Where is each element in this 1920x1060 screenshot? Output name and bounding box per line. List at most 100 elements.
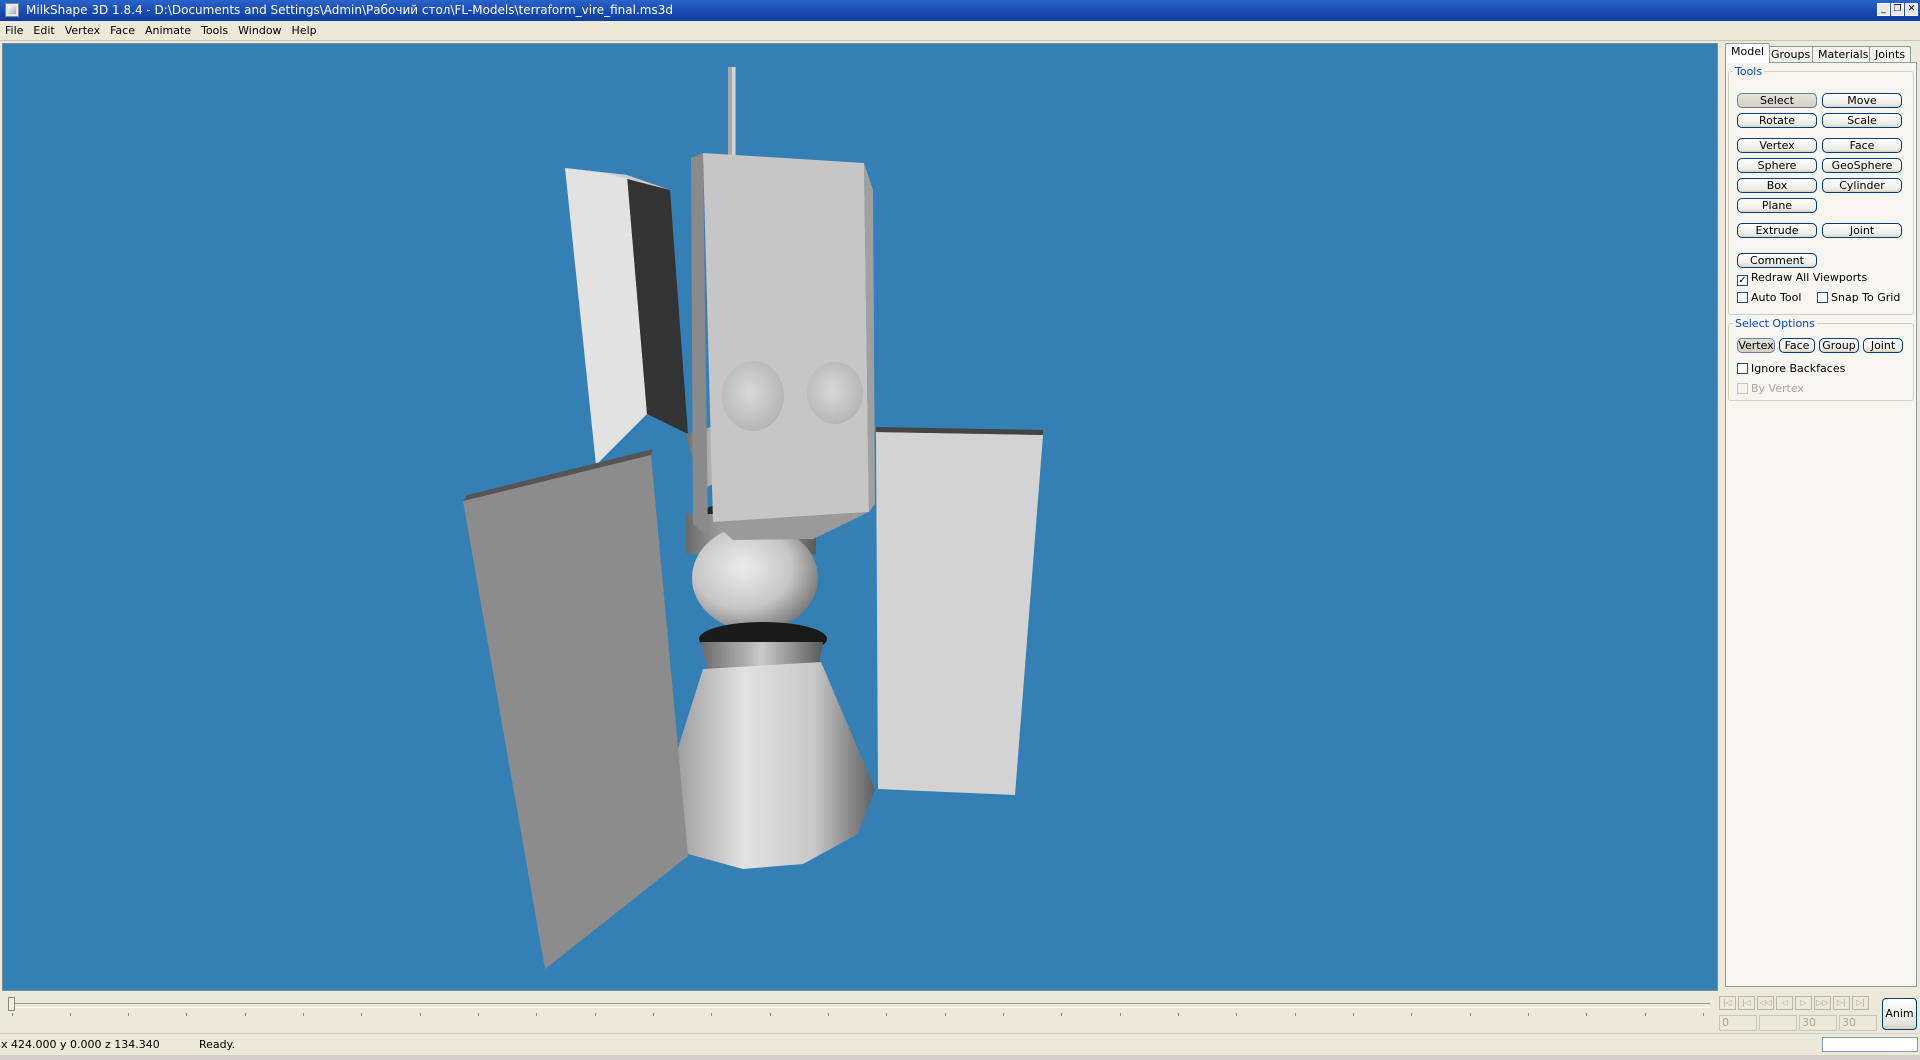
face-button[interactable]: Face — [1822, 138, 1902, 153]
by-vertex-label: By Vertex — [1751, 382, 1804, 395]
first-frame-icon[interactable]: |◁ — [1719, 996, 1736, 1010]
timeline-tick — [945, 1013, 946, 1016]
timeline[interactable] — [0, 993, 1720, 1027]
next-key-icon[interactable]: ▷| — [1833, 996, 1850, 1010]
timeline-tick — [1295, 1013, 1296, 1016]
select-vertex-button[interactable]: Vertex — [1737, 338, 1775, 353]
tool-panel: Model Groups Materials Joints Tools Sele… — [1721, 41, 1920, 991]
select-face-button[interactable]: Face — [1779, 338, 1815, 353]
timeline-tick — [1353, 1013, 1354, 1016]
select-button[interactable]: Select — [1737, 93, 1817, 108]
redraw-all-viewports-checkbox[interactable]: ✓ Redraw All Viewports — [1737, 271, 1868, 286]
current-frame-field[interactable] — [1759, 1015, 1797, 1031]
tab-model[interactable]: Model — [1725, 43, 1771, 63]
auto-tool-checkbox[interactable]: Auto Tool — [1737, 291, 1801, 305]
status-input-field[interactable] — [1822, 1037, 1918, 1052]
timeline-tick — [1645, 1013, 1646, 1016]
total-frames-field[interactable]: 30 — [1839, 1015, 1877, 1031]
3d-viewport[interactable] — [2, 43, 1718, 991]
front-right-panel — [876, 432, 1043, 795]
timeline-tick — [653, 1013, 654, 1016]
sphere — [692, 525, 818, 631]
ignore-backfaces-checkbox[interactable]: Ignore Backfaces — [1737, 362, 1845, 376]
back-left-panel — [565, 168, 688, 465]
timeline-tick — [1470, 1013, 1471, 1016]
timeline-tick — [361, 1013, 362, 1016]
checkbox-icon — [1737, 383, 1748, 394]
checkbox-icon — [1817, 292, 1828, 303]
tab-joints[interactable]: Joints — [1869, 46, 1912, 63]
vertex-button[interactable]: Vertex — [1737, 138, 1817, 153]
anim-button[interactable]: Anim — [1882, 998, 1917, 1030]
snap-to-grid-checkbox[interactable]: Snap To Grid — [1817, 291, 1900, 305]
head-box — [691, 153, 875, 540]
cylinder-button[interactable]: Cylinder — [1822, 178, 1902, 193]
menu-file[interactable]: File — [0, 21, 28, 40]
menu-animate[interactable]: Animate — [140, 21, 196, 40]
timeline-tick — [1236, 1013, 1237, 1016]
menu-edit[interactable]: Edit — [28, 21, 59, 40]
by-vertex-checkbox: By Vertex — [1737, 382, 1804, 396]
close-button[interactable]: ✕ — [1905, 3, 1918, 16]
sphere-button[interactable]: Sphere — [1737, 158, 1817, 173]
timeline-tick — [1528, 1013, 1529, 1016]
last-frame-icon[interactable]: ▷| — [1852, 996, 1869, 1010]
rewind-icon[interactable]: ◁◁ — [1757, 996, 1774, 1010]
panel-tabs: Model Groups Materials Joints — [1725, 43, 1917, 63]
timeline-tick — [245, 1013, 246, 1016]
menu-bar: File Edit Vertex Face Animate Tools Window Help — [0, 21, 1920, 41]
timeline-tick — [1120, 1013, 1121, 1016]
end-frame-field[interactable]: 30 — [1799, 1015, 1837, 1031]
menu-face[interactable]: Face — [105, 21, 140, 40]
menu-window[interactable]: Window — [233, 21, 286, 40]
scale-button[interactable]: Scale — [1822, 113, 1902, 128]
timeline-tick — [1003, 1013, 1004, 1016]
box-button[interactable]: Box — [1737, 178, 1817, 193]
timeline-tick — [420, 1013, 421, 1016]
timeline-track — [10, 1003, 1710, 1008]
timeline-tick — [303, 1013, 304, 1016]
select-options-legend: Select Options — [1735, 317, 1815, 330]
menu-help[interactable]: Help — [287, 21, 322, 40]
timeline-tick — [711, 1013, 712, 1016]
restore-button[interactable]: ❐ — [1891, 3, 1904, 16]
prev-frame-icon[interactable]: ◁ — [1776, 996, 1793, 1010]
timeline-tick — [536, 1013, 537, 1016]
geosphere-button[interactable]: GeoSphere — [1822, 158, 1902, 173]
cone — [673, 662, 875, 869]
timeline-tick — [1061, 1013, 1062, 1016]
move-button[interactable]: Move — [1822, 93, 1902, 108]
timeline-tick — [828, 1013, 829, 1016]
fast-forward-icon[interactable]: ▷▷ — [1814, 996, 1831, 1010]
menu-vertex[interactable]: Vertex — [60, 21, 105, 40]
rotate-button[interactable]: Rotate — [1737, 113, 1817, 128]
plane-button[interactable]: Plane — [1737, 198, 1817, 213]
comment-button[interactable]: Comment — [1737, 253, 1817, 268]
select-group-button[interactable]: Group — [1819, 338, 1859, 353]
prev-key-icon[interactable]: |◁ — [1738, 996, 1755, 1010]
timeline-tick — [128, 1013, 129, 1016]
timeline-tick — [12, 1013, 13, 1016]
right-eye — [807, 362, 863, 424]
front-left-panel — [463, 449, 688, 969]
timeline-tick — [886, 1013, 887, 1016]
redraw-all-viewports-label: Redraw All Viewports — [1751, 271, 1868, 284]
tab-materials[interactable]: Materials — [1812, 46, 1875, 63]
next-frame-icon[interactable]: ▷ — [1795, 996, 1812, 1010]
tab-groups[interactable]: Groups — [1765, 46, 1817, 63]
minimize-button[interactable]: _ — [1877, 3, 1890, 16]
select-joint-button[interactable]: Joint — [1863, 338, 1903, 353]
timeline-tick — [186, 1013, 187, 1016]
window-title: MilkShape 3D 1.8.4 - D:\Documents and Se… — [26, 3, 673, 17]
menu-tools[interactable]: Tools — [196, 21, 233, 40]
title-bar: MilkShape 3D 1.8.4 - D:\Documents and Se… — [0, 0, 1920, 21]
status-bar: x 424.000 y 0.000 z 134.340 Ready. — [0, 1033, 1920, 1055]
extrude-button[interactable]: Extrude — [1737, 223, 1817, 238]
timeline-tick — [70, 1013, 71, 1016]
start-frame-field[interactable]: 0 — [1719, 1015, 1757, 1031]
checkbox-icon — [1737, 363, 1748, 374]
timeline-thumb[interactable] — [8, 997, 15, 1011]
app-icon[interactable] — [5, 3, 19, 17]
joint-button[interactable]: Joint — [1822, 223, 1902, 238]
checkbox-icon — [1737, 292, 1748, 303]
